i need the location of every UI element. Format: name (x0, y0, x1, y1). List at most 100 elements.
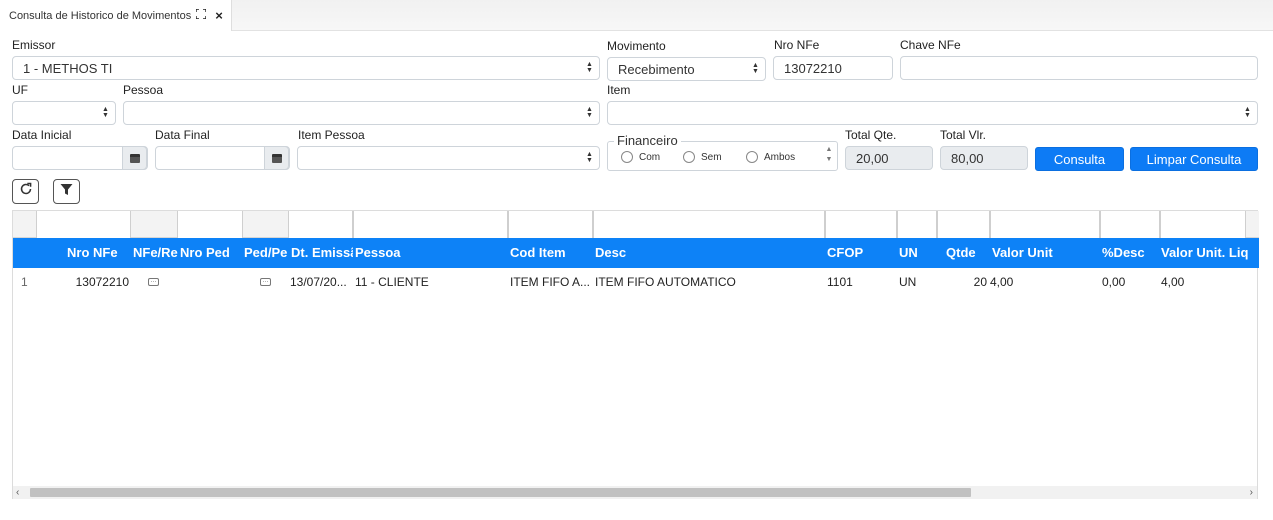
column-header-pessoa[interactable]: Pessoa (355, 238, 505, 268)
data-final-label: Data Final (155, 128, 210, 142)
column-header-valor-unit-liq[interactable]: Valor Unit. Liq (1161, 238, 1257, 268)
grid-filter-row (13, 211, 1259, 238)
filter-button[interactable] (53, 179, 80, 204)
item-select[interactable]: ▲ ▼ (607, 101, 1258, 125)
nro-nfe-label: Nro NFe (774, 38, 820, 52)
movimentos-grid: Nro NFe NFe/Re Nro Ped Ped/Pe Dt. Emissã… (12, 210, 1259, 499)
consulta-button[interactable]: Consulta (1035, 147, 1124, 171)
calendar-icon[interactable] (264, 146, 289, 170)
item-pessoa-label: Item Pessoa (298, 128, 365, 142)
grid-header-row: Nro NFe NFe/Re Nro Ped Ped/Pe Dt. Emissã… (13, 238, 1259, 268)
column-header-ped-pe[interactable]: Ped/Pe (244, 238, 288, 268)
cell-valor-unit-liq: 4,00 (1161, 275, 1185, 289)
data-inicial-label: Data Inicial (12, 128, 72, 142)
filter-cell-valor-unit[interactable] (990, 211, 1100, 238)
scrollbar-thumb[interactable] (30, 488, 971, 497)
filter-cell-nro-nfe[interactable] (36, 211, 131, 238)
pessoa-label: Pessoa (123, 83, 164, 97)
radio-com[interactable]: Com (621, 151, 660, 163)
filter-cell-nro-ped[interactable] (177, 211, 243, 238)
pessoa-select[interactable]: ▲ ▼ (123, 101, 600, 125)
total-qte-label: Total Qte. (845, 128, 897, 142)
scroll-left-icon[interactable]: ‹ (16, 486, 19, 499)
cell-pessoa: 11 - CLIENTE (355, 275, 429, 289)
cell-qtde: 20 (973, 275, 987, 289)
scroll-right-icon[interactable]: › (1250, 486, 1253, 499)
uf-select[interactable]: ▲ ▼ (12, 101, 116, 125)
tab-historico-movimentos[interactable]: Consulta de Historico de Movimentos × (0, 0, 232, 31)
column-header-cod-item[interactable]: Cod Item (510, 238, 590, 268)
column-header-qtde[interactable]: Qtde (946, 238, 986, 268)
cell-cfop: 1101 (827, 275, 853, 289)
row-index: 1 (21, 275, 28, 289)
tab-bar: Consulta de Historico de Movimentos × (0, 0, 1273, 31)
total-qte-field: 20,00 (845, 146, 933, 170)
radio-ambos[interactable]: Ambos (746, 151, 795, 163)
radio-circle-icon (621, 151, 633, 163)
filter-cell-desc[interactable] (593, 211, 825, 238)
select-caret-icon: ▲ ▼ (752, 62, 759, 75)
emissor-select[interactable]: 1 - METHOS TI ▲ ▼ (12, 56, 600, 80)
total-vlr-label: Total Vlr. (940, 128, 987, 142)
column-header-pct-desc[interactable]: %Desc (1102, 238, 1157, 268)
column-header-desc[interactable]: Desc (595, 238, 795, 268)
select-caret-icon: ▲ ▼ (1244, 106, 1251, 119)
column-header-valor-unit[interactable]: Valor Unit (992, 238, 1092, 268)
select-caret-icon: ▲ ▼ (102, 106, 109, 119)
filter-cell-valor-unit-liq[interactable] (1160, 211, 1246, 238)
emissor-value: 1 - METHOS TI (23, 60, 113, 76)
column-header-cfop[interactable]: CFOP (827, 238, 887, 268)
filter-cell-cfop[interactable] (825, 211, 897, 238)
movimento-value: Recebimento (618, 61, 695, 77)
expand-icon[interactable] (195, 8, 207, 22)
cell-un: UN (899, 275, 917, 289)
calendar-icon[interactable] (122, 146, 147, 170)
total-vlr-field: 80,00 (940, 146, 1028, 170)
refresh-icon (19, 182, 33, 201)
column-header-dt-emissao[interactable]: Dt. Emissã (291, 238, 353, 268)
column-header-nro-nfe[interactable]: Nro NFe (67, 238, 131, 268)
spinner-arrows-icon[interactable]: ▲ ▼ (824, 145, 834, 167)
item-label: Item (607, 83, 631, 97)
filter-cell-un[interactable] (897, 211, 937, 238)
nro-nfe-value: 13072210 (784, 60, 842, 76)
table-row[interactable]: 1 13072210 … … 13/07/20... 11 - CLIENTE … (13, 268, 1259, 296)
filter-cell-pessoa[interactable] (353, 211, 508, 238)
movimento-select[interactable]: Recebimento ▲ ▼ (607, 57, 766, 81)
radio-sem[interactable]: Sem (683, 151, 722, 163)
cell-dt-emissao: 13/07/20... (290, 275, 347, 289)
item-pessoa-select[interactable]: ▲ ▼ (297, 146, 600, 170)
cell-valor-unit: 4,00 (990, 275, 1014, 289)
select-caret-icon: ▲ ▼ (586, 106, 593, 119)
cell-cod-item: ITEM FIFO A... (510, 275, 591, 289)
data-final-input[interactable] (155, 146, 290, 170)
horizontal-scrollbar[interactable]: ‹ › (13, 486, 1257, 499)
radio-circle-icon (683, 151, 695, 163)
cell-nro-ped (180, 268, 242, 296)
filter-cell-qtde[interactable] (937, 211, 990, 238)
tab-title: Consulta de Historico de Movimentos (9, 9, 192, 22)
filter-icon (60, 183, 73, 201)
ellipsis-button-icon[interactable]: … (260, 278, 271, 286)
chave-nfe-input[interactable] (900, 56, 1258, 80)
filter-cell-cod-item[interactable] (508, 211, 593, 238)
movimento-label: Movimento (607, 39, 666, 53)
financeiro-legend: Financeiro (614, 133, 681, 148)
limpar-consulta-button[interactable]: Limpar Consulta (1130, 147, 1258, 171)
chave-nfe-label: Chave NFe (900, 38, 961, 52)
column-header-un[interactable]: UN (899, 238, 933, 268)
radio-circle-icon (746, 151, 758, 163)
filter-cell-pct-desc[interactable] (1100, 211, 1160, 238)
select-caret-icon: ▲ ▼ (586, 61, 593, 74)
column-header-nro-ped[interactable]: Nro Ped (180, 238, 242, 268)
uf-label: UF (12, 83, 28, 97)
ellipsis-button-icon[interactable]: … (148, 278, 159, 286)
close-icon[interactable]: × (215, 8, 223, 23)
refresh-button[interactable] (12, 179, 39, 204)
financeiro-group: Financeiro Com Sem Ambos ▲ ▼ (607, 133, 838, 171)
filter-cell-dt-emissao[interactable] (288, 211, 353, 238)
select-caret-icon: ▲ ▼ (586, 151, 593, 164)
data-inicial-input[interactable] (12, 146, 148, 170)
nro-nfe-input[interactable]: 13072210 (773, 56, 893, 80)
column-header-nfe-re[interactable]: NFe/Re (133, 238, 179, 268)
